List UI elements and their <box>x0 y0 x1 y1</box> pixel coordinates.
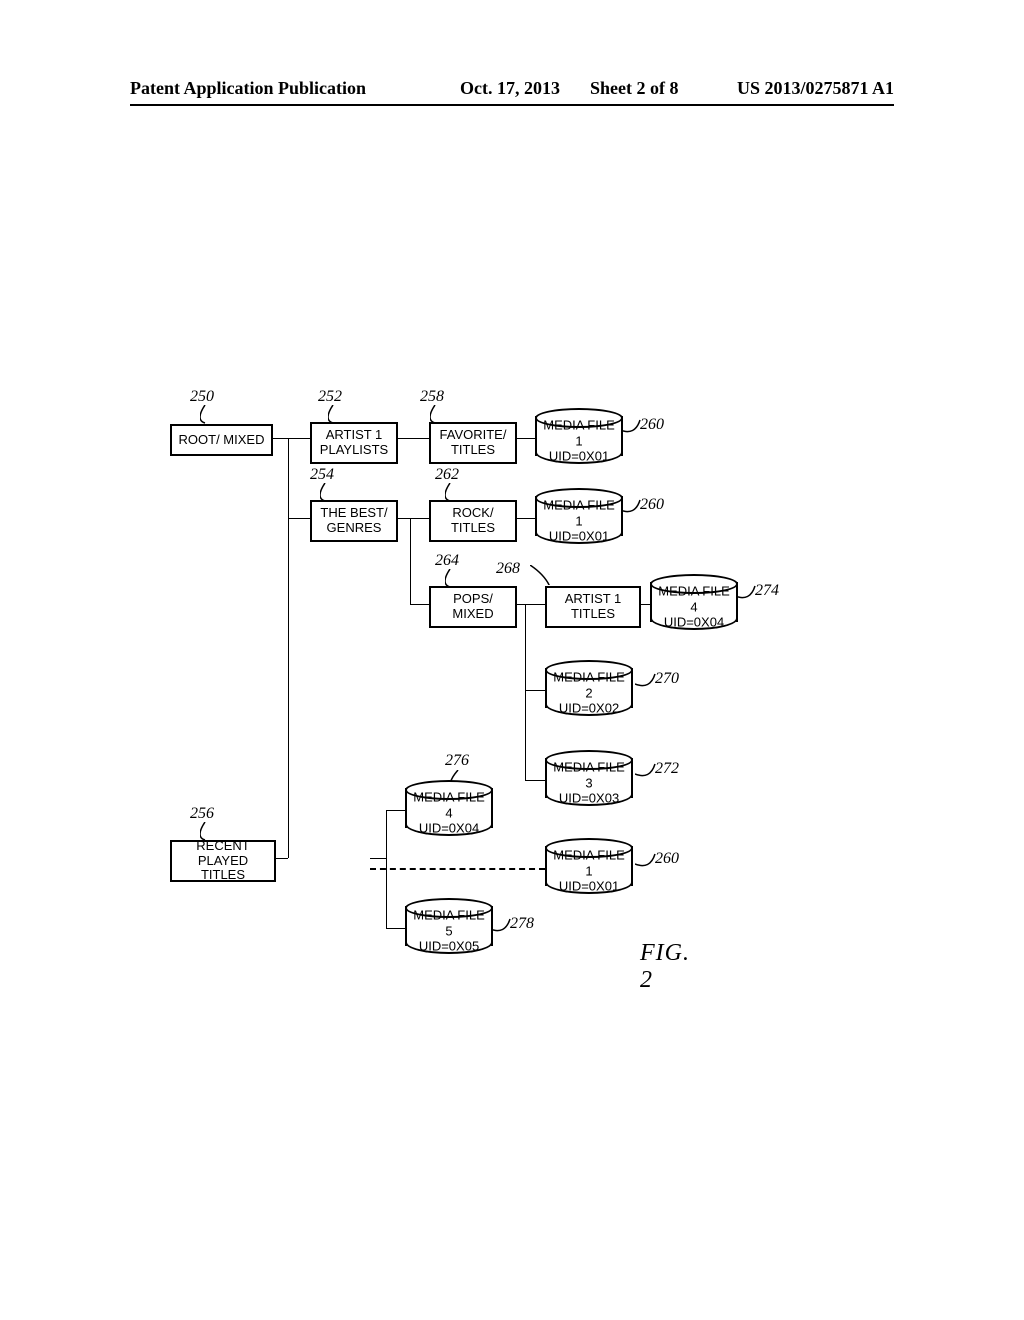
leader-icon <box>620 498 650 518</box>
file-uid: UID=0X05 <box>419 938 479 953</box>
connector <box>525 604 526 780</box>
leader-icon <box>635 762 665 782</box>
connector <box>370 858 386 859</box>
ref-250: 250 <box>190 388 214 406</box>
connector <box>525 690 545 691</box>
publication-date: Oct. 17, 2013 <box>460 78 560 99</box>
node-label: TITLES <box>451 521 495 536</box>
cylinder-mf1: MEDIA FILE 1UID=0X01 <box>535 408 623 464</box>
node-label: TITLES <box>571 607 615 622</box>
connector <box>288 518 310 519</box>
node-label: MIXED <box>452 607 493 622</box>
node-label: ROOT/ MIXED <box>179 433 265 448</box>
connector <box>525 780 545 781</box>
node-artist1-titles: ARTIST 1 TITLES <box>545 586 641 628</box>
file-label: MEDIA FILE 3 <box>553 759 625 790</box>
connector <box>525 604 545 605</box>
publication-type: Patent Application Publication <box>130 78 366 99</box>
node-root-mixed: ROOT/ MIXED <box>170 424 273 456</box>
cylinder-mf2: MEDIA FILE 2UID=0X02 <box>545 660 633 716</box>
sheet-number: Sheet 2 of 8 <box>590 78 679 99</box>
cylinder-mf1-c: MEDIA FILE 1UID=0X01 <box>545 838 633 894</box>
ref-254: 254 <box>310 466 334 484</box>
ref-264: 264 <box>435 552 459 570</box>
connector <box>386 810 406 811</box>
node-label: ARTIST 1 <box>565 592 622 607</box>
cylinder-mf1-b: MEDIA FILE 1UID=0X01 <box>535 488 623 544</box>
file-label: MEDIA FILE 5 <box>413 907 485 938</box>
leader-icon <box>635 852 665 872</box>
node-pops-mixed: POPS/ MIXED <box>429 586 517 628</box>
page: Patent Application Publication Oct. 17, … <box>0 0 1024 1320</box>
ref-268: 268 <box>496 560 520 578</box>
connector <box>288 438 310 439</box>
connector <box>410 604 429 605</box>
node-label: GENRES <box>327 521 382 536</box>
figure-label: FIG. 2 <box>640 940 690 994</box>
node-label: ROCK/ <box>452 506 493 521</box>
leader-icon <box>530 565 560 585</box>
file-label: MEDIA FILE 1 <box>543 497 615 528</box>
header-divider <box>130 104 894 106</box>
cylinder-mf4-276: MEDIA FILE 4UID=0X04 <box>405 780 493 836</box>
ref-256: 256 <box>190 805 214 823</box>
publication-number: US 2013/0275871 A1 <box>737 78 894 99</box>
file-label: MEDIA FILE 1 <box>543 417 615 448</box>
node-rock-titles: ROCK/ TITLES <box>429 500 517 542</box>
node-recent-played-titles: RECENT PLAYED TITLES <box>170 840 276 882</box>
node-label: PLAYLISTS <box>320 443 388 458</box>
leader-icon <box>490 917 520 937</box>
connector <box>410 518 411 604</box>
cylinder-mf3: MEDIA FILE 3UID=0X03 <box>545 750 633 806</box>
node-label: THE BEST/ <box>320 506 387 521</box>
file-uid: UID=0X04 <box>419 820 479 835</box>
node-favorite-titles: FAVORITE/ TITLES <box>429 422 517 464</box>
leader-icon <box>200 405 230 425</box>
ref-252: 252 <box>318 388 342 406</box>
cylinder-mf4-274: MEDIA FILE 4UID=0X04 <box>650 574 738 630</box>
file-uid: UID=0X03 <box>559 790 619 805</box>
node-label: ARTIST 1 <box>326 428 383 443</box>
connector <box>288 438 289 858</box>
connector <box>410 518 429 519</box>
connector-dashed <box>370 868 545 870</box>
node-artist1-playlists: ARTIST 1 PLAYLISTS <box>310 422 398 464</box>
node-thebest-genres: THE BEST/ GENRES <box>310 500 398 542</box>
connector <box>386 928 406 929</box>
node-label: TITLES <box>201 868 245 883</box>
ref-258: 258 <box>420 388 444 406</box>
node-label: POPS/ <box>453 592 493 607</box>
node-label: RECENT PLAYED <box>174 839 272 869</box>
file-uid: UID=0X04 <box>664 614 724 629</box>
file-label: MEDIA FILE 1 <box>553 847 625 878</box>
file-uid: UID=0X01 <box>559 878 619 893</box>
leader-icon <box>735 584 765 604</box>
cylinder-mf5: MEDIA FILE 5UID=0X05 <box>405 898 493 954</box>
ref-276: 276 <box>445 752 469 770</box>
file-uid: UID=0X01 <box>549 528 609 543</box>
ref-262: 262 <box>435 466 459 484</box>
file-label: MEDIA FILE 4 <box>658 583 730 614</box>
file-uid: UID=0X02 <box>559 700 619 715</box>
file-label: MEDIA FILE 4 <box>413 789 485 820</box>
leader-icon <box>620 418 650 438</box>
leader-icon <box>635 672 665 692</box>
file-uid: UID=0X01 <box>549 448 609 463</box>
file-label: MEDIA FILE 2 <box>553 669 625 700</box>
node-label: TITLES <box>451 443 495 458</box>
node-label: FAVORITE/ <box>440 428 507 443</box>
